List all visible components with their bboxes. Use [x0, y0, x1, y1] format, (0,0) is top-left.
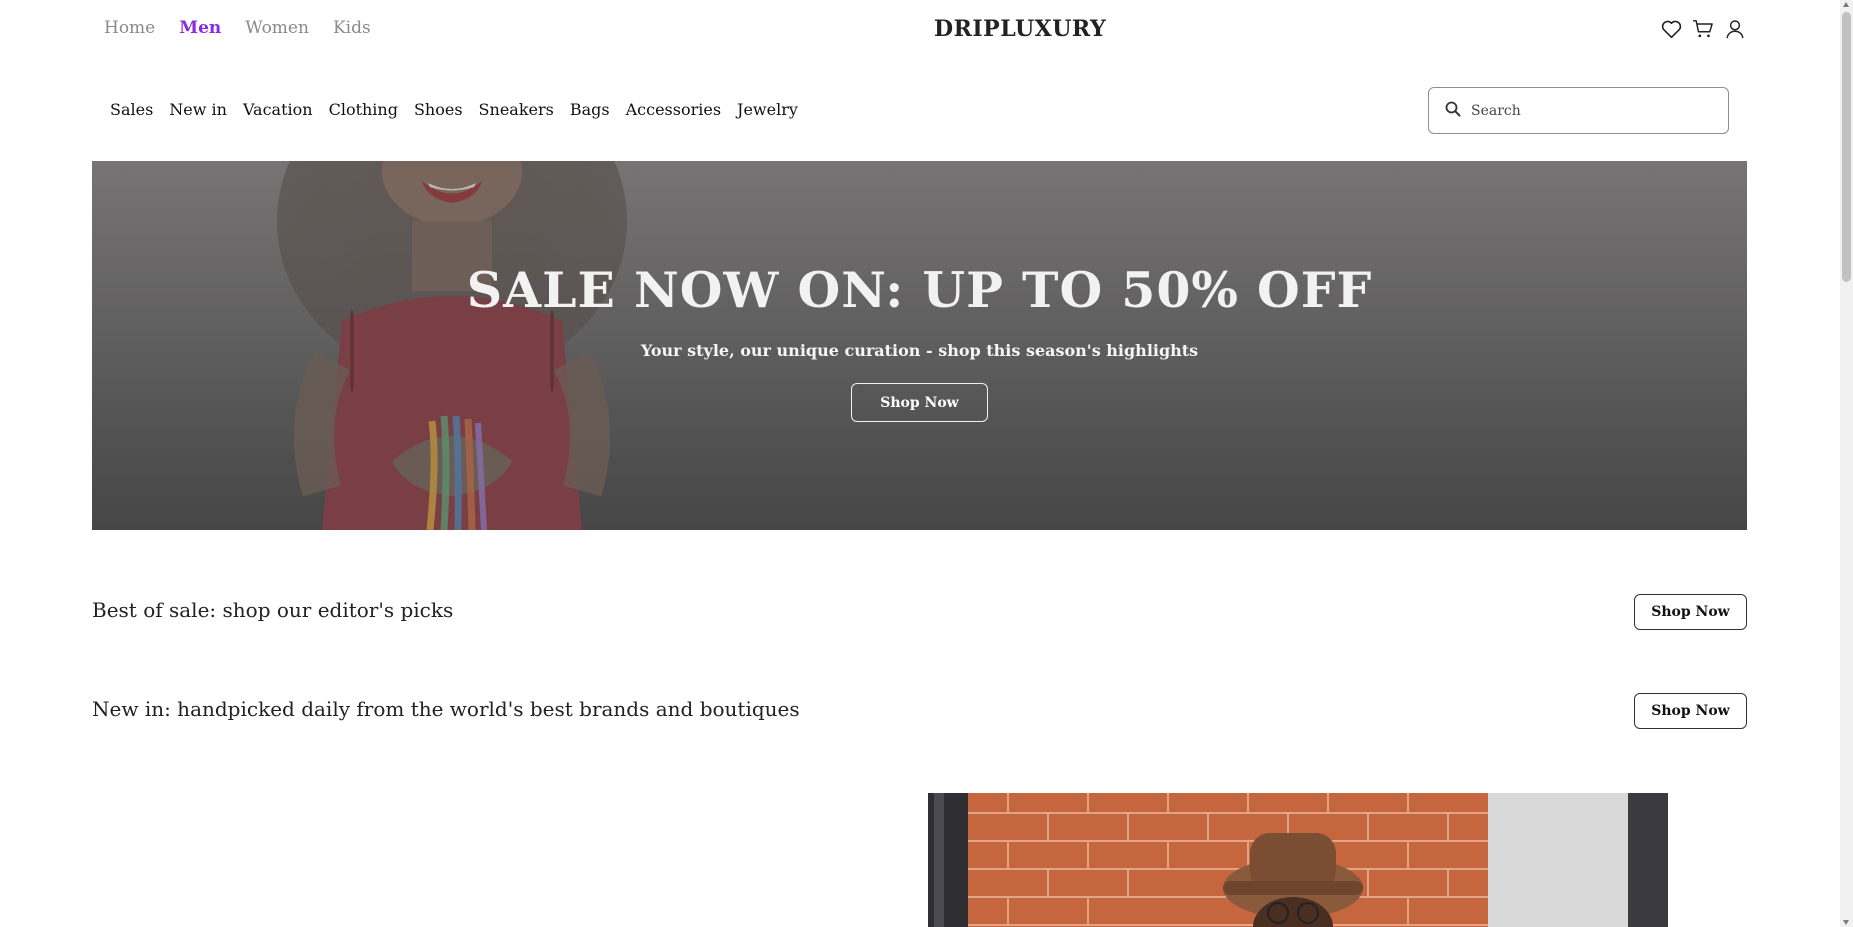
category-item-vacation[interactable]: Vacation [243, 100, 313, 119]
page-scrollbar[interactable] [1840, 0, 1853, 927]
scroll-up-icon[interactable] [1843, 2, 1849, 7]
cart-icon[interactable] [1692, 18, 1714, 40]
nav-item-kids[interactable]: Kids [333, 18, 371, 38]
promo-shop-now-button[interactable]: Shop Now [1634, 693, 1747, 729]
search-icon [1445, 101, 1461, 121]
promo-row-new-in: New in: handpicked daily from the world'… [92, 693, 1747, 729]
hero-banner: SALE NOW ON: UP TO 50% OFF Your style, o… [92, 161, 1747, 530]
promo-text: New in: handpicked daily from the world'… [92, 697, 800, 721]
category-item-new-in[interactable]: New in [169, 100, 227, 119]
category-item-sneakers[interactable]: Sneakers [479, 100, 554, 119]
hero-shop-now-button[interactable]: Shop Now [851, 383, 988, 422]
category-nav: Sales New in Vacation Clothing Shoes Sne… [110, 100, 798, 119]
category-item-sales[interactable]: Sales [110, 100, 153, 119]
search-input[interactable] [1471, 102, 1701, 119]
featured-photo[interactable] [928, 793, 1668, 927]
heart-icon[interactable] [1660, 18, 1682, 40]
gender-nav: Home Men Women Kids [104, 18, 371, 38]
search-box[interactable] [1428, 87, 1729, 134]
nav-item-men[interactable]: Men [179, 18, 221, 38]
promo-text: Best of sale: shop our editor's picks [92, 598, 454, 622]
category-item-jewelry[interactable]: Jewelry [737, 100, 798, 119]
nav-item-home[interactable]: Home [104, 18, 155, 38]
nav-item-women[interactable]: Women [245, 18, 309, 38]
category-item-bags[interactable]: Bags [570, 100, 610, 119]
top-bar: Home Men Women Kids DRIPLUXURY [0, 0, 1840, 60]
category-item-shoes[interactable]: Shoes [414, 100, 463, 119]
user-icon[interactable] [1724, 18, 1746, 40]
category-item-clothing[interactable]: Clothing [329, 100, 398, 119]
category-item-accessories[interactable]: Accessories [626, 100, 721, 119]
promo-row-sale: Best of sale: shop our editor's picks Sh… [92, 594, 1747, 630]
hero-title: SALE NOW ON: UP TO 50% OFF [466, 261, 1373, 319]
top-icons [1660, 18, 1746, 40]
scroll-down-icon[interactable] [1843, 920, 1849, 925]
scrollbar-thumb[interactable] [1842, 12, 1851, 282]
promo-shop-now-button[interactable]: Shop Now [1634, 594, 1747, 630]
brand-logo[interactable]: DRIPLUXURY [934, 16, 1106, 42]
hero-subtitle: Your style, our unique curation - shop t… [640, 341, 1199, 360]
